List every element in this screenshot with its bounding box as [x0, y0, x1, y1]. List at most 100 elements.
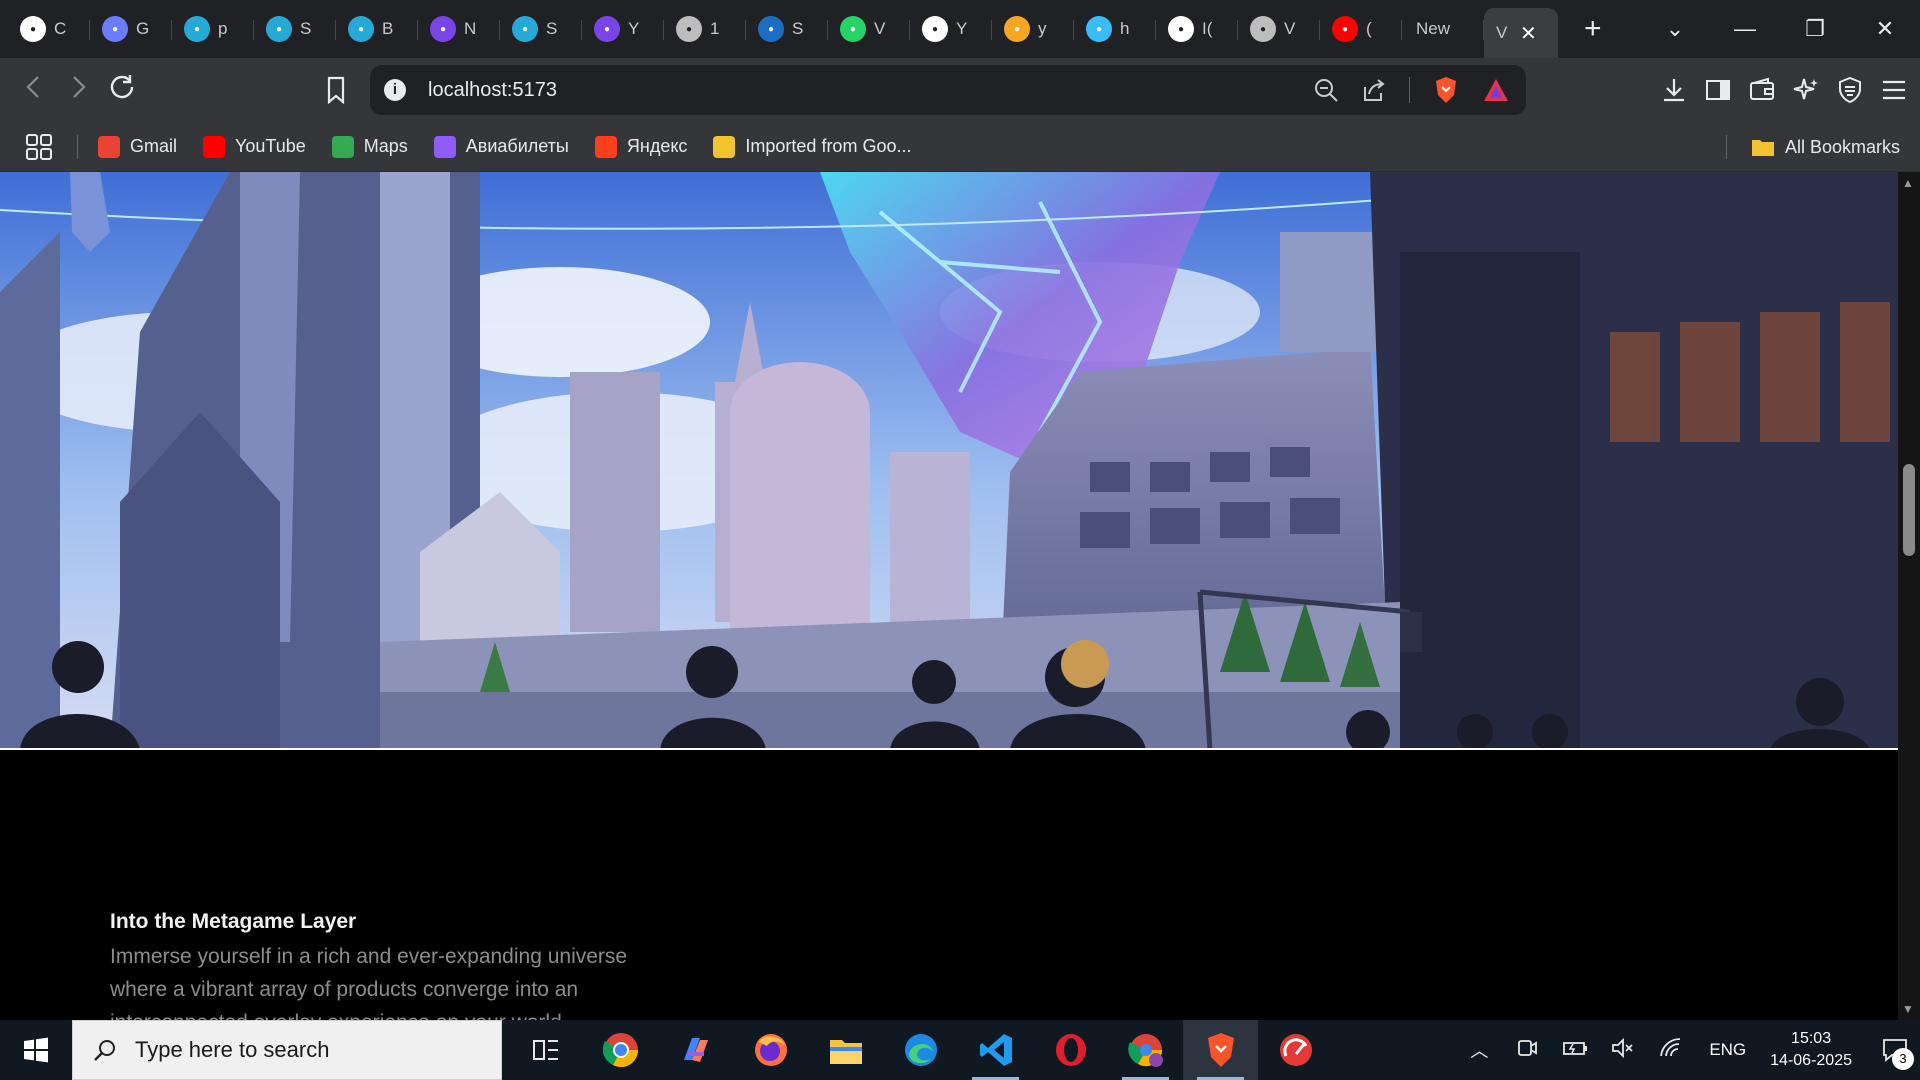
bookmark-item[interactable]: Авиабилеты	[433, 135, 569, 158]
bookmark-item[interactable]: Maps	[331, 135, 408, 158]
clock[interactable]: 15:03 14-06-2025	[1770, 1028, 1852, 1072]
back-button[interactable]	[12, 74, 56, 107]
browser-tab[interactable]: ● Y	[910, 6, 992, 52]
browser-tab[interactable]: ● Y	[582, 6, 664, 52]
browser-tab[interactable]: ● N	[418, 6, 500, 52]
tab-title: C	[54, 19, 67, 38]
wallet-icon[interactable]	[1748, 76, 1776, 104]
opera-taskbar-icon[interactable]	[1033, 1020, 1108, 1080]
notification-count-badge: 3	[1892, 1048, 1914, 1070]
scroll-down-icon[interactable]: ▼	[1902, 1002, 1914, 1016]
canva-icon: ●	[184, 16, 210, 42]
bookmark-page-icon[interactable]	[320, 72, 352, 108]
file-explorer-taskbar-icon[interactable]	[808, 1020, 883, 1080]
tab-search-dropdown-icon[interactable]: ⌄	[1640, 16, 1710, 42]
tab-title: New	[1416, 19, 1451, 38]
brave-rewards-icon[interactable]	[1482, 77, 1510, 103]
speedometer-app-taskbar-icon[interactable]	[1258, 1020, 1333, 1080]
chrome-icon	[1127, 1034, 1163, 1067]
browser-tab[interactable]: ● S	[500, 6, 582, 52]
url-text[interactable]: localhost:5173	[428, 79, 557, 102]
notification-center-button[interactable]: 3	[1870, 1020, 1920, 1080]
close-window-button[interactable]: ✕	[1850, 16, 1920, 42]
chrome-taskbar-icon[interactable]	[583, 1020, 658, 1080]
browser-tab[interactable]: ● C	[8, 6, 90, 52]
firefox-taskbar-icon[interactable]	[733, 1020, 808, 1080]
tab-title: S	[546, 19, 558, 38]
new-tab-page-tab[interactable]: New	[1402, 6, 1484, 52]
vpn-icon[interactable]	[1836, 76, 1864, 104]
menu-icon[interactable]	[1880, 76, 1908, 104]
canva-icon: ●	[512, 16, 538, 42]
firefox-icon	[754, 1034, 787, 1066]
start-button[interactable]	[0, 1020, 72, 1080]
browser-tab[interactable]: ● S	[254, 6, 336, 52]
volume-muted-icon[interactable]	[1599, 1037, 1647, 1064]
share-icon[interactable]	[1361, 77, 1387, 103]
bookmark-item[interactable]: Imported from Goo...	[713, 135, 911, 158]
bookmark-label: YouTube	[235, 136, 306, 156]
browser-tab[interactable]: ● S	[746, 6, 828, 52]
tab-title: 1	[710, 19, 720, 38]
github-icon: ●	[922, 16, 948, 42]
browser-tab[interactable]: ● V	[1238, 6, 1320, 52]
wifi-icon[interactable]	[1647, 1037, 1695, 1064]
bookmark-item[interactable]: Gmail	[98, 135, 178, 158]
address-bar[interactable]: i localhost:5173	[370, 65, 1526, 115]
browser-tab[interactable]: ● G	[90, 6, 172, 52]
language-indicator[interactable]: ENG	[1709, 1040, 1746, 1060]
bookmark-item[interactable]: YouTube	[203, 135, 306, 158]
page-scrollbar[interactable]: ▲ ▼	[1898, 172, 1920, 1020]
browser-tab[interactable]: ● h	[1074, 6, 1156, 52]
folder-icon	[829, 1040, 862, 1064]
all-bookmarks[interactable]: All Bookmarks	[1725, 122, 1900, 172]
vscode-taskbar-icon[interactable]	[958, 1020, 1033, 1080]
bookmarks-separator	[77, 134, 78, 159]
browser-tab[interactable]: ● B	[336, 6, 418, 52]
browser-tab[interactable]: ● V	[828, 6, 910, 52]
browser-tab[interactable]: ● 1	[664, 6, 746, 52]
bookmark-label: Gmail	[130, 136, 178, 156]
active-tab[interactable]: V ✕	[1484, 8, 1558, 58]
reload-icon	[110, 75, 134, 99]
taskbar-search[interactable]: Type here to search	[72, 1020, 502, 1080]
bookmark-label: Maps	[363, 136, 408, 156]
browser-tab[interactable]: ●(	[1320, 6, 1402, 52]
scrollbar-thumb[interactable]	[1903, 464, 1915, 556]
browser-tab[interactable]: ● y	[992, 6, 1074, 52]
leo-ai-icon[interactable]	[1792, 76, 1820, 104]
gemini-icon: ●	[102, 16, 128, 42]
forward-arrow-icon	[73, 75, 86, 98]
downloads-icon[interactable]	[1660, 76, 1688, 104]
new-tab-button[interactable]: +	[1584, 12, 1602, 46]
browser-toolbar: i localhost:5173	[0, 58, 1920, 122]
scroll-up-icon[interactable]: ▲	[1902, 176, 1914, 190]
restore-button[interactable]: ❐	[1780, 16, 1850, 42]
meet-now-icon[interactable]	[1503, 1037, 1551, 1064]
site-info-icon[interactable]: i	[384, 79, 406, 101]
copilot-taskbar-icon[interactable]	[658, 1020, 733, 1080]
minimize-button[interactable]: —	[1710, 16, 1780, 42]
task-view-button[interactable]	[508, 1020, 583, 1080]
vscode-icon	[979, 1034, 1012, 1066]
brave-taskbar-icon[interactable]	[1183, 1020, 1258, 1080]
brave-shields-icon[interactable]	[1432, 75, 1460, 105]
page-viewport: Into the Metagame Layer Immerse yourself…	[0, 172, 1898, 1020]
chrome-profile-taskbar-icon[interactable]	[1108, 1020, 1183, 1080]
forward-button[interactable]	[56, 74, 100, 107]
tab-title: I(	[1202, 19, 1213, 38]
network-icon	[1660, 1037, 1681, 1056]
apps-grid-icon[interactable]	[25, 133, 53, 161]
tab-title: Y	[628, 19, 640, 38]
browser-tab[interactable]: ● p	[172, 6, 254, 52]
close-tab-icon[interactable]: ✕	[1520, 21, 1537, 46]
battery-icon[interactable]	[1551, 1039, 1599, 1062]
browser-tab[interactable]: ● I(	[1156, 6, 1238, 52]
edge-taskbar-icon[interactable]	[883, 1020, 958, 1080]
show-hidden-icons-chevron-icon[interactable]: ︿	[1455, 1037, 1503, 1063]
bookmark-item[interactable]: Яндекс	[594, 135, 687, 158]
all-bookmarks-label: All Bookmarks	[1784, 136, 1900, 157]
sidebar-icon[interactable]	[1704, 76, 1732, 104]
zoom-icon[interactable]	[1313, 77, 1339, 103]
reload-button[interactable]	[100, 72, 144, 108]
